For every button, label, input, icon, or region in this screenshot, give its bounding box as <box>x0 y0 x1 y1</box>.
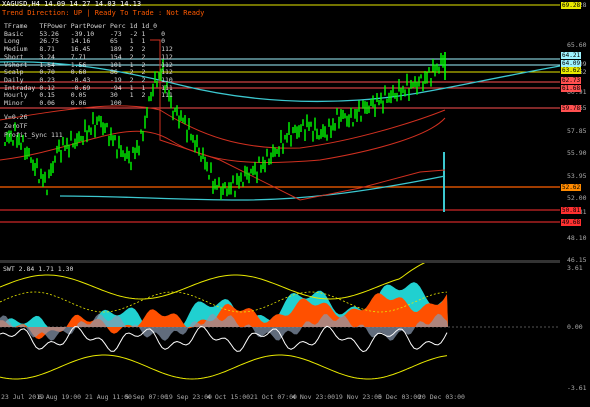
panel-cell: 111 <box>161 91 173 100</box>
ma-cyan-short <box>59 175 446 201</box>
price-axis-label: 57.85 <box>567 127 587 135</box>
panel-row: Scalp 0.70 0.60 86 2 2 112 <box>4 69 177 77</box>
trend-direction-label: Trend Direction: <box>2 9 70 17</box>
panel-row: Hourly 0.15 0.05 30 1 2 111 <box>4 92 177 100</box>
price-tag: 61.68 <box>561 85 582 92</box>
panel-cell <box>130 100 142 108</box>
panel-cell: 100 <box>109 99 122 108</box>
swt-title: SWT 2.84 1.71 1.30 <box>3 265 74 273</box>
price-axis-label: 48.10 <box>567 234 587 242</box>
symbol-text: XAGUSD,H4 14.09 14.27 14.03 14.13 <box>2 0 142 8</box>
time-axis-label: 20 Dec 03:00 <box>418 393 465 401</box>
zero-tf-label: ZeroTF <box>4 122 28 130</box>
price-tag: 49.68 <box>561 219 582 226</box>
swt-svg <box>0 254 560 380</box>
power-panel: TFrame TFPower PartPower Perc 1d 1d_0 Ba… <box>4 22 177 108</box>
panel-cell: Minor <box>4 99 24 108</box>
panel-row: Short 3.24 7.71 154 2 2 112 <box>4 53 177 62</box>
price-axis-label: 65.60 <box>567 41 587 49</box>
price-axis-label: 46.15 <box>567 256 587 264</box>
time-axis-label: 21 Oct 07:00 <box>250 393 297 401</box>
time-axis-label: 4 Nov 23:00 <box>292 393 336 401</box>
time-axis-label: 19 Nov 23:00 <box>335 393 382 401</box>
time-axis-label: 5 Sep 07:00 <box>125 393 169 401</box>
panel-cell: 0.06 <box>70 99 87 108</box>
panel-row: Long 26.75 14.16 65 1 1 0 <box>4 38 177 46</box>
swt-yellow-lower <box>0 354 448 380</box>
time-axis-label: 19 Sep 23:00 <box>165 393 212 401</box>
panel-cell <box>161 100 177 108</box>
swt-axis-bottom: -3.61 <box>567 384 587 392</box>
panel-row: Basic 53.26 -39.10 -73 -2 1 0 <box>4 30 177 39</box>
panel-cell: 2 <box>141 91 146 100</box>
swt-axis-top: 3.61 <box>567 264 583 272</box>
swt-axis-zero: 0.00 <box>567 323 583 331</box>
not-ready-label: Not Ready <box>166 9 205 17</box>
panel-row: Intraday 0.12 -0.69 -94 1 1 111 <box>4 84 177 93</box>
price-tag: 59.78 <box>561 105 582 112</box>
time-axis-label: 4 Oct 15:00 <box>207 393 251 401</box>
price-tag: 50.81 <box>561 207 582 214</box>
panel-cell: 0.06 <box>39 99 55 108</box>
price-tag: 69.28 <box>561 2 582 9</box>
ready-label: Ready To Trade <box>94 9 154 17</box>
panel-cell: 1 <box>129 91 134 100</box>
price-tag: 64.09 <box>561 60 582 67</box>
v-value: V=0.26 <box>4 113 28 121</box>
panel-row: Medium 8.71 16.45 189 2 2 112 <box>4 45 177 54</box>
symbol-line: XAGUSD,H4 14.09 14.27 14.03 14.13 <box>2 0 141 8</box>
price-axis-label: 53.95 <box>567 172 587 180</box>
price-axis-label: 55.90 <box>567 149 587 157</box>
price-tag: 63.62 <box>561 67 582 74</box>
price-axis-label: 52.00 <box>567 194 587 202</box>
price-tag: 62.73 <box>561 77 582 84</box>
panel-row: Minor 0.06 0.06 100 <box>4 99 177 108</box>
trend-status: Trend Direction: UP | Ready To Trade : N… <box>2 9 205 17</box>
profit-sync-label: Profit_Sync 111 <box>4 131 63 139</box>
red-step <box>150 39 446 201</box>
panel-cell <box>141 100 161 108</box>
swt-indicator-pane[interactable] <box>0 254 560 391</box>
price-tag: 64.21 <box>561 52 582 59</box>
panel-row: Vshort 1.54 1.56 101 1 2 112 <box>4 61 177 70</box>
price-tag: 52.62 <box>561 184 582 191</box>
time-axis-label: 5 Dec 03:00 <box>378 393 422 401</box>
time-axis-label: 6 Aug 19:00 <box>38 393 82 401</box>
trend-direction-value: UP <box>73 9 83 17</box>
